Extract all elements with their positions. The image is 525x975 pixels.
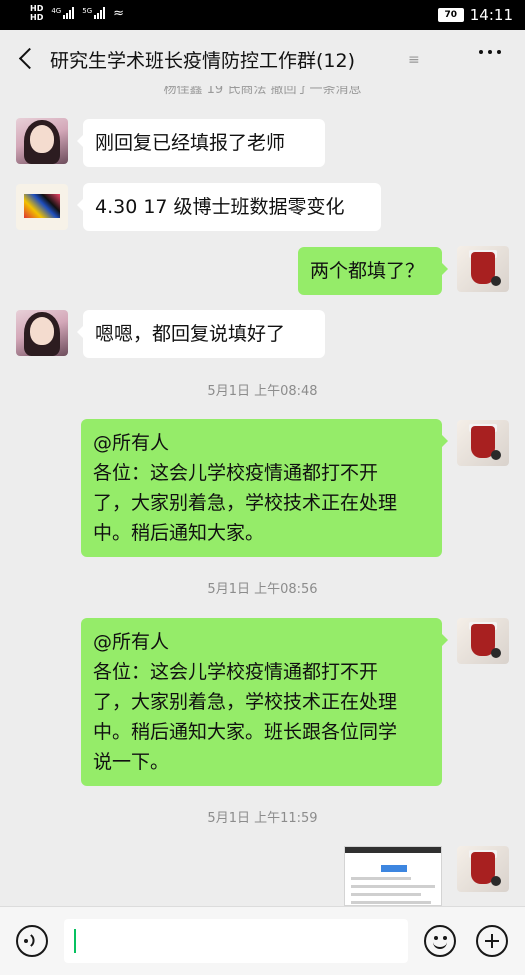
timestamp: 5月1日 上午08:56 xyxy=(207,582,318,597)
text-caret xyxy=(74,929,76,953)
message-text: 各位：这会儿学校疫情通都打不开 xyxy=(93,462,379,484)
message-bubble[interactable]: 两个都填了？ xyxy=(298,247,448,295)
input-bar xyxy=(0,906,525,975)
avatar[interactable] xyxy=(457,420,509,466)
message-text: 了，大家别着急，学校技术正在处理 xyxy=(93,691,398,713)
signal-icon-2: 5G xyxy=(82,7,106,19)
back-button[interactable] xyxy=(16,44,38,72)
message-text: 中。稍后通知大家。 xyxy=(93,522,265,544)
emoji-icon[interactable] xyxy=(424,925,456,957)
avatar[interactable] xyxy=(16,118,68,164)
timestamp: 5月1日 上午11:59 xyxy=(207,811,318,826)
signal-icon: 4G xyxy=(51,7,75,19)
message-text: 刚回复已经填报了老师 xyxy=(95,132,286,154)
avatar[interactable] xyxy=(457,618,509,664)
message-text: 4.30 17 级博士班数据零变化 xyxy=(95,196,345,218)
more-button[interactable] xyxy=(479,50,501,54)
image-message[interactable] xyxy=(344,846,442,906)
avatar[interactable] xyxy=(16,184,68,230)
voice-icon[interactable] xyxy=(16,925,48,957)
message-text: 两个都填了？ xyxy=(310,260,425,282)
message-text: 说一下。 xyxy=(93,751,170,773)
message-text: 各位：这会儿学校疫情通都打不开 xyxy=(93,661,379,683)
message-text: 了，大家别着急，学校技术正在处理 xyxy=(93,492,398,514)
recall-notice: 杨佳鑫 19 氏商法 撤回了一条消息 xyxy=(163,86,362,97)
message-bubble[interactable]: 刚回复已经填报了老师 xyxy=(77,119,325,167)
avatar[interactable] xyxy=(16,310,68,356)
avatar[interactable] xyxy=(457,246,509,292)
message-text: @所有人 xyxy=(93,631,170,653)
timestamp: 5月1日 上午08:48 xyxy=(207,384,318,399)
message-bubble[interactable]: @所有人 各位：这会儿学校疫情通都打不开 了，大家别着急，学校技术正在处理 中。… xyxy=(81,618,448,786)
message-text: @所有人 xyxy=(93,432,170,454)
status-bar: HD HD 4G 5G ≈ 70 14:11 xyxy=(0,0,525,30)
plus-icon[interactable] xyxy=(476,925,508,957)
message-text: 嗯嗯，都回复说填好了 xyxy=(95,323,286,345)
battery-icon: 70 xyxy=(437,8,464,22)
chat-area[interactable]: 杨佳鑫 19 氏商法 撤回了一条消息 刚回复已经填报了老师 4.30 17 级博… xyxy=(0,86,525,906)
ear-icon: ≡ xyxy=(408,52,420,68)
message-text: 中。稍后通知大家。班长跟各位同学 xyxy=(93,721,398,743)
avatar[interactable] xyxy=(457,846,509,892)
message-input[interactable] xyxy=(64,919,408,963)
chat-title: 研究生学术班长疫情防控工作群(12) xyxy=(50,50,356,72)
status-time: 14:11 xyxy=(469,6,513,24)
hd-indicator: HD HD xyxy=(30,4,44,22)
message-bubble[interactable]: 4.30 17 级博士班数据零变化 xyxy=(77,183,381,231)
wifi-icon: ≈ xyxy=(113,5,125,21)
chat-header: 研究生学术班长疫情防控工作群(12) ≡ xyxy=(0,30,525,86)
message-bubble[interactable]: 嗯嗯，都回复说填好了 xyxy=(77,310,325,358)
message-bubble[interactable]: @所有人 各位：这会儿学校疫情通都打不开 了，大家别着急，学校技术正在处理 中。… xyxy=(81,419,448,557)
